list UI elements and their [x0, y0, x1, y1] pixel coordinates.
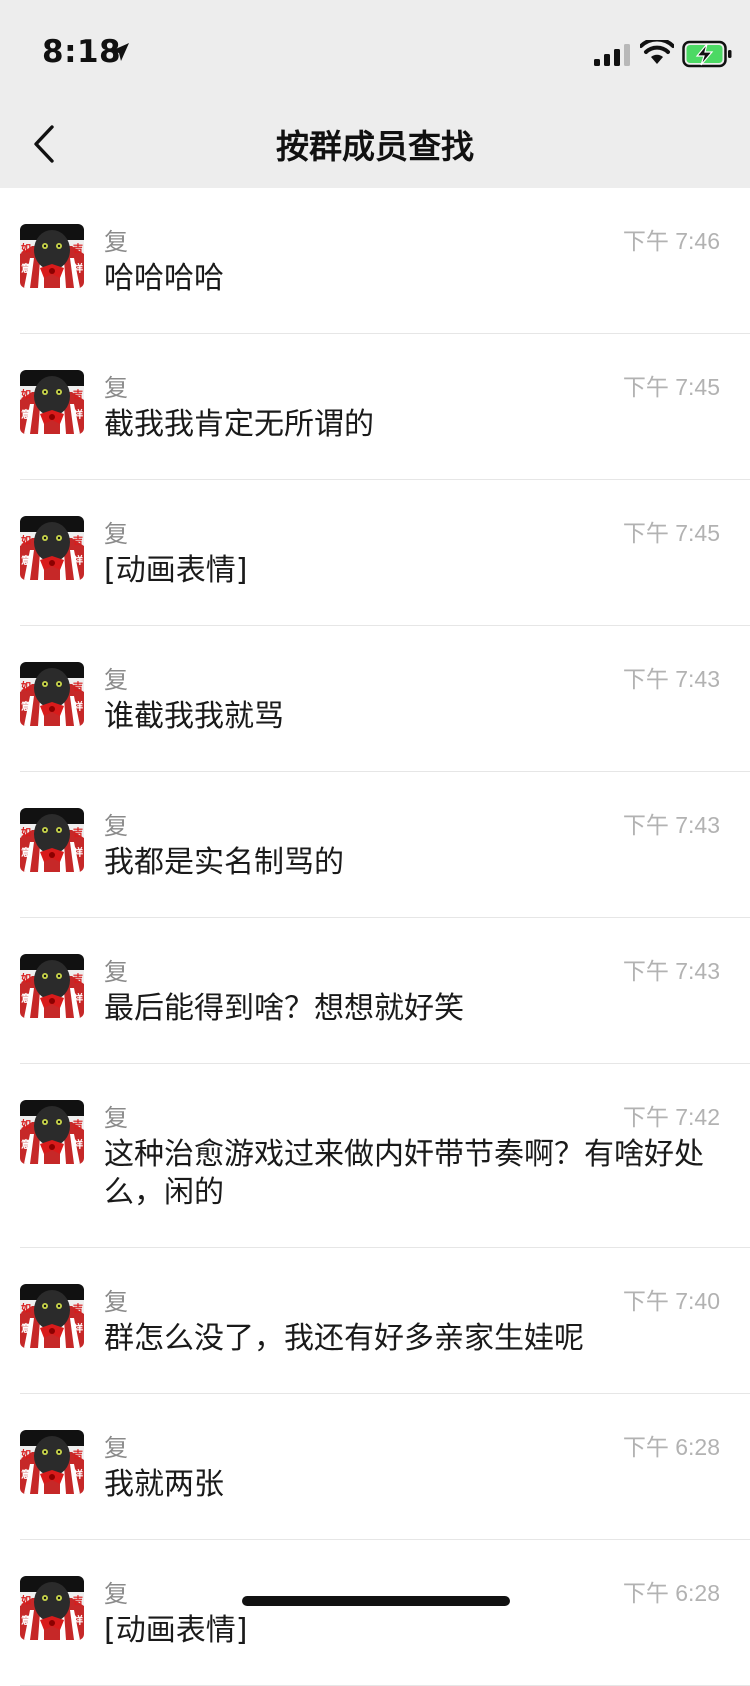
- list-item[interactable]: 如 吉意 祥 复 下午 7:43 谁截我我就骂: [0, 626, 750, 772]
- avatar[interactable]: 如 吉意 祥: [20, 1100, 84, 1164]
- list-item[interactable]: 如 吉意 祥 复 下午 7:43 我都是实名制骂的: [0, 772, 750, 918]
- avatar-corner-char: 如: [21, 244, 31, 255]
- list-item[interactable]: 如 吉意 祥 复 下午 7:42 这种治愈游戏过来做内奸带节奏啊？有啥好处么，闲的: [0, 1064, 750, 1248]
- avatar-corner-char: 祥: [73, 1470, 83, 1481]
- message-text: 谁截我我就骂: [104, 699, 284, 734]
- avatar-corner-char: 吉: [73, 390, 83, 401]
- sender-name: 复: [104, 1580, 128, 1608]
- message-text: [动画表情]: [104, 1613, 248, 1648]
- avatar-corner-char: 意: [21, 1470, 31, 1481]
- avatar-corner-char: 如: [21, 828, 31, 839]
- message-timestamp: 下午 7:42: [622, 1104, 720, 1130]
- message-timestamp: 下午 7:43: [622, 666, 720, 692]
- avatar[interactable]: 如 吉意 祥: [20, 808, 84, 872]
- avatar-corner-char: 意: [21, 994, 31, 1005]
- avatar-corner-char: 如: [21, 682, 31, 693]
- avatar-corner-char: 意: [21, 264, 31, 275]
- avatar-corner-char: 祥: [73, 994, 83, 1005]
- avatar-corner-char: 吉: [73, 244, 83, 255]
- avatar-corner-char: 祥: [73, 848, 83, 859]
- message-timestamp: 下午 7:45: [622, 374, 720, 400]
- message-timestamp: 下午 7:43: [622, 812, 720, 838]
- avatar-corner-char: 意: [21, 1140, 31, 1151]
- home-indicator: [242, 1596, 510, 1606]
- avatar-corner-char: 意: [21, 702, 31, 713]
- message-timestamp: 下午 7:45: [622, 520, 720, 546]
- avatar-corner-char: 祥: [73, 1140, 83, 1151]
- list-item[interactable]: 如 吉意 祥 复 下午 7:46 哈哈哈哈: [0, 188, 750, 334]
- avatar-corner-char: 如: [21, 390, 31, 401]
- avatar[interactable]: 如 吉意 祥: [20, 1576, 84, 1640]
- page-title: 按群成员查找: [276, 127, 474, 166]
- list-item[interactable]: 如 吉意 祥 复 下午 7:45 [动画表情]: [0, 480, 750, 626]
- message-text: 我就两张: [104, 1467, 224, 1502]
- message-timestamp: 下午 6:28: [622, 1580, 720, 1606]
- list-item[interactable]: 如 吉意 祥 复 下午 7:45 截我我肯定无所谓的: [0, 334, 750, 480]
- avatar-corner-char: 祥: [73, 264, 83, 275]
- sender-name: 复: [104, 228, 128, 256]
- avatar-corner-char: 如: [21, 1596, 31, 1607]
- avatar[interactable]: 如 吉意 祥: [20, 1284, 84, 1348]
- avatar-corner-char: 意: [21, 1324, 31, 1335]
- avatar-corner-char: 祥: [73, 1324, 83, 1335]
- avatar[interactable]: 如 吉意 祥: [20, 662, 84, 726]
- location-arrow-icon: [111, 43, 129, 61]
- avatar[interactable]: 如 吉意 祥: [20, 370, 84, 434]
- avatar-corner-char: 吉: [73, 536, 83, 547]
- avatar-corner-char: 祥: [73, 1616, 83, 1627]
- avatar-corner-char: 祥: [73, 410, 83, 421]
- battery-charging-icon: [682, 40, 732, 68]
- avatar-corner-char: 意: [21, 556, 31, 567]
- avatar[interactable]: 如 吉意 祥: [20, 516, 84, 580]
- cellular-signal-icon: [594, 44, 630, 66]
- avatar-corner-char: 如: [21, 974, 31, 985]
- sender-name: 复: [104, 1104, 128, 1132]
- avatar-corner-char: 如: [21, 1120, 31, 1131]
- avatar-corner-char: 吉: [73, 1304, 83, 1315]
- message-timestamp: 下午 7:43: [622, 958, 720, 984]
- avatar-corner-char: 吉: [73, 1596, 83, 1607]
- list-item[interactable]: 如 吉意 祥 复 下午 7:40 群怎么没了，我还有好多亲家生娃呢: [0, 1248, 750, 1394]
- wifi-icon: [640, 40, 674, 64]
- message-text: [动画表情]: [104, 553, 248, 588]
- avatar-corner-char: 祥: [73, 702, 83, 713]
- message-text: 哈哈哈哈: [104, 261, 224, 296]
- top-bar: 8:18 按群成员查找: [0, 0, 750, 188]
- message-text: 最后能得到啥？想想就好笑: [104, 991, 464, 1026]
- message-text: 我都是实名制骂的: [104, 845, 344, 880]
- sender-name: 复: [104, 958, 128, 986]
- avatar[interactable]: 如 吉意 祥: [20, 954, 84, 1018]
- sender-name: 复: [104, 374, 128, 402]
- search-results-list: 如吉意祥复下午 7:46 哈哈哈哈如吉意祥复下午 7:45 截我我肯定无所谓的如吉意…: [0, 188, 750, 1686]
- message-text: 这种治愈游戏过来做内奸带节奏啊？有啥好处么，闲的: [104, 1137, 704, 1210]
- message-text: 截我我肯定无所谓的: [104, 407, 374, 442]
- avatar-corner-char: 吉: [73, 682, 83, 693]
- avatar-corner-char: 如: [21, 1450, 31, 1461]
- sender-name: 复: [104, 520, 128, 548]
- sender-name: 复: [104, 1288, 128, 1316]
- avatar-corner-char: 如: [21, 1304, 31, 1315]
- list-item[interactable]: 如 吉意 祥 复 下午 7:43 最后能得到啥？想想就好笑: [0, 918, 750, 1064]
- list-item[interactable]: 如 吉意 祥 复 下午 6:28 我就两张: [0, 1394, 750, 1540]
- sender-name: 复: [104, 812, 128, 840]
- avatar-corner-char: 意: [21, 410, 31, 421]
- avatar-corner-char: 吉: [73, 1450, 83, 1461]
- avatar-corner-char: 祥: [73, 556, 83, 567]
- message-text: 群怎么没了，我还有好多亲家生娃呢: [104, 1321, 584, 1356]
- avatar-corner-char: 意: [21, 1616, 31, 1627]
- avatar-corner-char: 意: [21, 848, 31, 859]
- message-timestamp: 下午 6:28: [622, 1434, 720, 1460]
- avatar-corner-char: 吉: [73, 1120, 83, 1131]
- message-timestamp: 下午 7:40: [622, 1288, 720, 1314]
- list-item[interactable]: 如 吉意 祥 复 下午 6:28 [动画表情]: [0, 1540, 750, 1686]
- avatar-corner-char: 如: [21, 536, 31, 547]
- sender-name: 复: [104, 666, 128, 694]
- avatar-corner-char: 吉: [73, 974, 83, 985]
- avatar-corner-char: 吉: [73, 828, 83, 839]
- avatar[interactable]: 如 吉意 祥: [20, 1430, 84, 1494]
- avatar[interactable]: 如 吉意 祥: [20, 224, 84, 288]
- sender-name: 复: [104, 1434, 128, 1462]
- message-timestamp: 下午 7:46: [622, 228, 720, 254]
